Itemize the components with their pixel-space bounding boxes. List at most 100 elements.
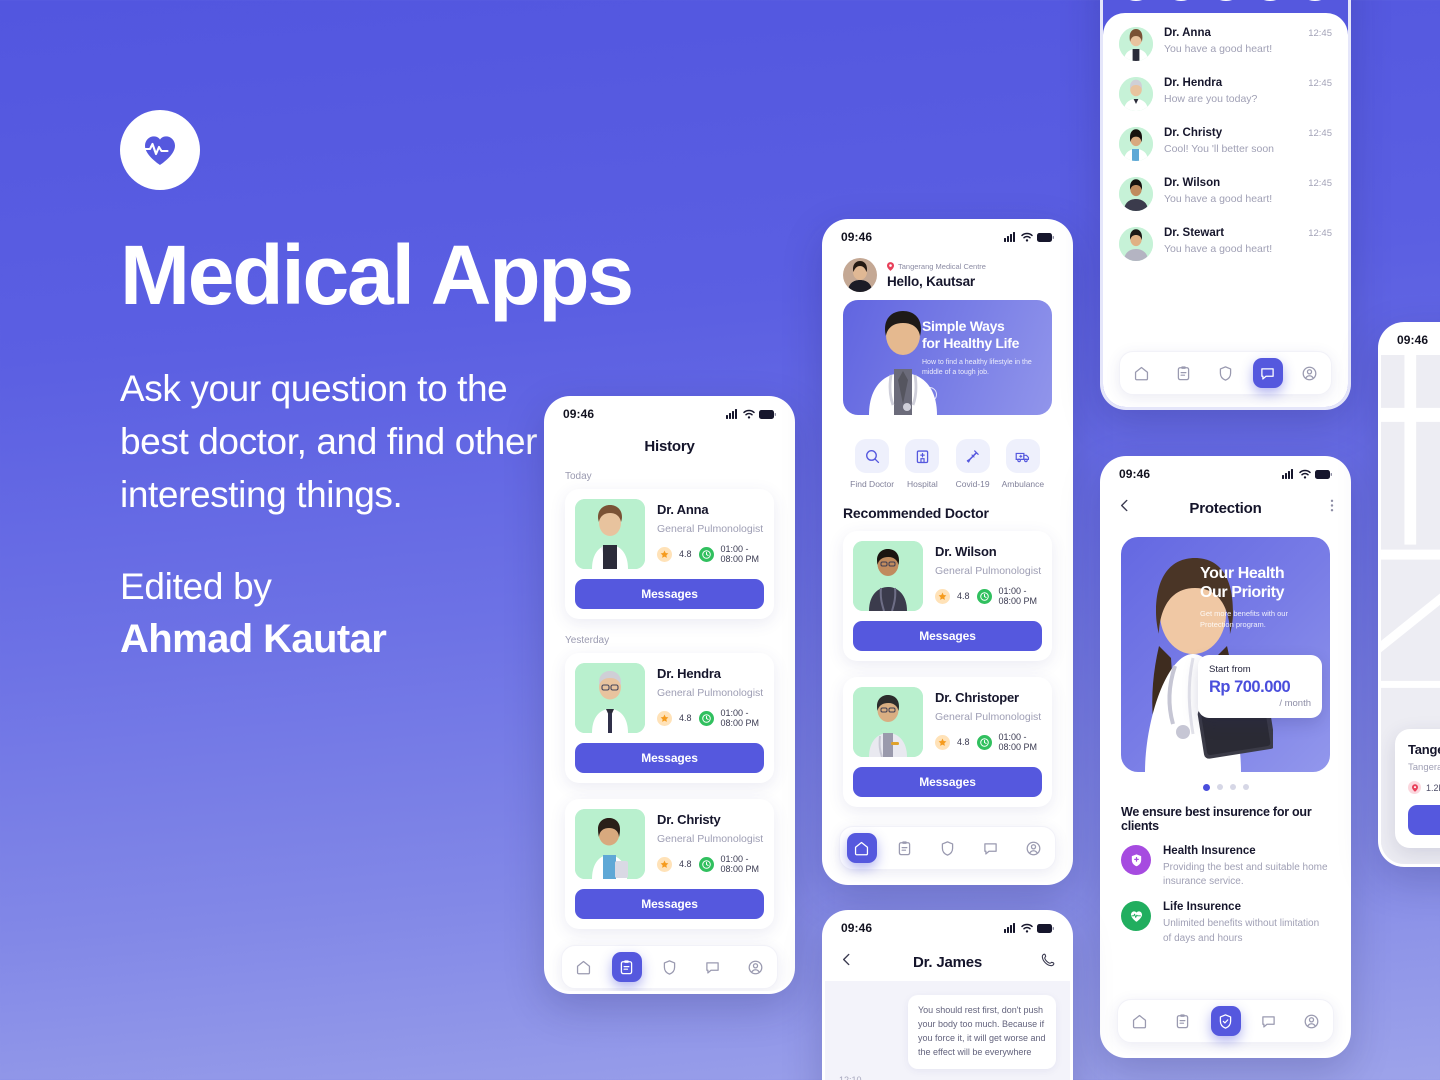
app-logo	[120, 110, 200, 190]
doctor-card[interactable]: Dr. Anna General Pulmonologist 4.8 01:00…	[565, 489, 774, 619]
nav-shield[interactable]	[1210, 358, 1240, 388]
doctor-rating: 4.8	[679, 549, 692, 559]
quick-action-hospital[interactable]: Hospital	[897, 439, 947, 489]
avatar[interactable]	[1117, 0, 1155, 1]
doctor-photo	[575, 809, 645, 879]
doctor-hours: 01:00 - 08:00 PM	[720, 544, 760, 564]
carousel-dot[interactable]	[1229, 784, 1236, 790]
doctor-hours: 01:00 - 08:00 PM	[998, 732, 1038, 752]
avatar[interactable]	[1251, 0, 1290, 1]
online-doctors-row	[1117, 0, 1334, 1]
call-button[interactable]	[1041, 952, 1056, 972]
shield-check-icon	[663, 959, 676, 975]
chat-preview: Cool! You 'll better soon	[1164, 143, 1274, 155]
history-list: Today Dr. Anna General Pulmonologist 4.8	[547, 471, 792, 945]
quick-action-ambulance[interactable]: Ambulance	[998, 439, 1048, 489]
nav-chat[interactable]	[698, 952, 728, 982]
back-button[interactable]	[1117, 498, 1132, 518]
nav-shield[interactable]	[933, 833, 963, 863]
nav-profile[interactable]	[1295, 358, 1325, 388]
carousel-dot[interactable]	[1216, 784, 1223, 790]
doctor-card[interactable]: Dr. Christoper General Pulmonologist 4.8…	[843, 677, 1052, 807]
nav-profile[interactable]	[1297, 1006, 1327, 1036]
syringe-icon	[955, 439, 990, 473]
hospital-icon	[905, 439, 940, 473]
doctor-name: Dr. Anna	[657, 502, 709, 517]
clipboard-icon	[1177, 365, 1190, 380]
messages-button[interactable]: Messages	[575, 889, 764, 919]
star-icon	[657, 546, 672, 562]
chat-list: Dr. Anna 12:45 You have a good heart! Dr…	[1103, 13, 1348, 407]
nav-profile[interactable]	[741, 952, 771, 982]
doctor-card[interactable]: Dr. Christy General Pulmonologist 4.8 01…	[565, 799, 774, 929]
clock-icon	[698, 546, 714, 562]
play-circle-icon[interactable]	[922, 387, 937, 403]
heart-pulse-icon	[142, 136, 175, 165]
avatar	[1119, 77, 1153, 111]
list-item[interactable]: Life Insurence Unlimited benefits withou…	[1103, 889, 1348, 945]
more-button[interactable]	[1330, 498, 1334, 518]
nav-shield[interactable]	[1210, 1006, 1241, 1036]
ambulance-icon	[1005, 439, 1040, 473]
messages-button[interactable]: Messages	[575, 743, 764, 773]
protection-hero-banner[interactable]: Your Health Our Priority Get more benefi…	[1121, 537, 1330, 772]
phone-history: 09:46 History Today Dr. Anna General Pul…	[544, 396, 795, 994]
nav-home[interactable]	[846, 833, 877, 863]
list-item[interactable]: Dr. Stewart 12:45 You have a good heart!	[1119, 227, 1332, 277]
messages-button[interactable]: Messages	[575, 579, 764, 609]
map-location-card[interactable]: Tangerang Medical Centre Tangerang, Bant…	[1395, 729, 1440, 848]
chatlist-header	[1103, 0, 1348, 1]
group-label-yesterday: Yesterday	[565, 635, 610, 646]
wifi-icon	[1021, 923, 1033, 933]
health-banner[interactable]: Simple Ways for Healthy Life How to find…	[843, 300, 1052, 415]
list-item[interactable]: Dr. Anna 12:45 You have a good heart!	[1119, 27, 1332, 77]
carousel-dot[interactable]	[1242, 784, 1249, 790]
history-header: History	[547, 429, 792, 463]
doctor-card[interactable]: Dr. Wilson General Pulmonologist 4.8 01:…	[843, 531, 1052, 661]
quick-action-find-doctor[interactable]: Find Doctor	[847, 439, 897, 489]
nav-profile[interactable]	[1019, 833, 1049, 863]
messages-button[interactable]: Messages	[853, 621, 1042, 651]
insurance-title: Health Insurence	[1163, 845, 1256, 857]
nav-clipboard[interactable]	[1168, 1006, 1198, 1036]
shield-check-icon	[1219, 365, 1232, 381]
chat-bubble-time: 12:10	[839, 1074, 862, 1080]
map-action-button[interactable]	[1408, 805, 1440, 835]
map-view[interactable]: Tangerang Medical Centre Tangerang, Bant…	[1381, 345, 1440, 864]
doctor-card[interactable]: Dr. Hendra General Pulmonologist 4.8 01:…	[565, 653, 774, 783]
nav-home[interactable]	[569, 952, 599, 982]
doctor-rating: 4.8	[679, 713, 692, 723]
protection-header: Protection	[1103, 489, 1348, 527]
nav-home[interactable]	[1125, 1006, 1155, 1036]
nav-clipboard[interactable]	[611, 952, 642, 982]
status-time: 09:46	[1119, 467, 1151, 481]
messages-button[interactable]: Messages	[853, 767, 1042, 797]
greeting: Hello, Kautsar	[887, 273, 975, 289]
chat-name: Dr. Wilson	[1164, 177, 1221, 189]
list-item[interactable]: Dr. Christy 12:45 Cool! You 'll better s…	[1119, 127, 1332, 177]
nav-chat[interactable]	[1252, 358, 1283, 388]
quick-actions: Find Doctor Hospital Covid-19 Ambulance	[825, 425, 1070, 489]
search-icon	[855, 439, 890, 473]
list-item[interactable]: Dr. Hendra 12:45 How are you today?	[1119, 77, 1332, 127]
nav-clipboard[interactable]	[890, 833, 920, 863]
quick-action-covid19[interactable]: Covid-19	[948, 439, 998, 489]
map-pin-icon	[1408, 781, 1421, 794]
quick-action-label: Ambulance	[1001, 479, 1045, 489]
back-button[interactable]	[839, 952, 854, 972]
avatar[interactable]	[1206, 0, 1245, 1]
nav-home[interactable]	[1126, 358, 1156, 388]
avatar[interactable]	[1161, 0, 1200, 1]
avatar[interactable]	[1296, 0, 1334, 1]
nav-chat[interactable]	[976, 833, 1006, 863]
avatar[interactable]	[843, 258, 877, 292]
nav-shield[interactable]	[655, 952, 685, 982]
list-item[interactable]: Dr. Wilson 12:45 You have a good heart!	[1119, 177, 1332, 227]
chat-messages: You should rest first, don't push your b…	[825, 981, 1070, 1080]
nav-chat[interactable]	[1254, 1006, 1284, 1036]
nav-clipboard[interactable]	[1168, 358, 1198, 388]
list-item[interactable]: Health Insurence Providing the best and …	[1103, 833, 1348, 889]
chat-bubble: You should rest first, don't push your b…	[908, 995, 1056, 1069]
recommended-title: Recommended Doctor	[843, 505, 989, 521]
carousel-dot-active[interactable]	[1202, 784, 1210, 791]
